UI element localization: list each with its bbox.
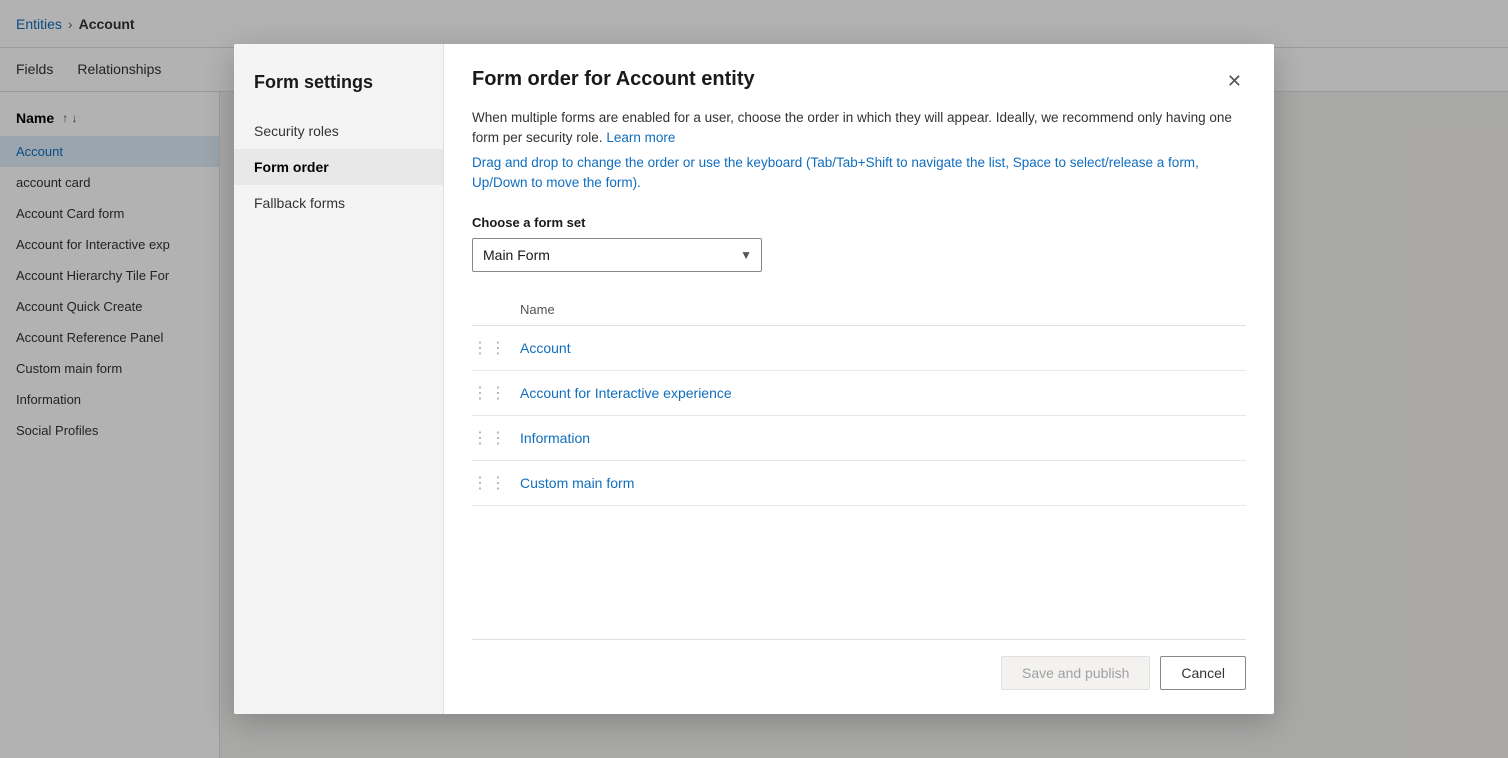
dialog-footer: Save and publish Cancel (472, 639, 1246, 690)
form-name-account[interactable]: Account (520, 326, 1246, 371)
drag-handle-interactive[interactable]: ⋮⋮ (472, 385, 520, 402)
save-and-publish-button[interactable]: Save and publish (1001, 656, 1150, 690)
dialog-nav-form-order[interactable]: Form order (234, 149, 443, 185)
dialog-description-line2: Drag and drop to change the order or use… (472, 153, 1246, 194)
description-text-2: Drag and drop to change the order or use… (472, 155, 1199, 190)
form-name-custom[interactable]: Custom main form (520, 461, 1246, 506)
dialog-overlay: Form settings Security roles Form order … (0, 0, 1508, 758)
table-row: ⋮⋮ Custom main form (472, 461, 1246, 506)
learn-more-link[interactable]: Learn more (606, 130, 675, 145)
drag-handle-account[interactable]: ⋮⋮ (472, 340, 520, 357)
dialog-left-panel: Form settings Security roles Form order … (234, 44, 444, 714)
name-col-header: Name (520, 296, 1246, 326)
dialog-nav-security-roles[interactable]: Security roles (234, 113, 443, 149)
description-text-1: When multiple forms are enabled for a us… (472, 110, 1232, 145)
dialog-header: Form order for Account entity ✕ (472, 68, 1246, 94)
close-button[interactable]: ✕ (1223, 68, 1246, 94)
drag-handle-information[interactable]: ⋮⋮ (472, 430, 520, 447)
form-set-select-wrapper: Main FormQuick CreateCard Form ▼ (472, 238, 762, 272)
table-row: ⋮⋮ Account for Interactive experience (472, 371, 1246, 416)
form-list-header-row: Name (472, 296, 1246, 326)
form-list-table: Name ⋮⋮ Account ⋮⋮ Account for Interacti… (472, 296, 1246, 506)
cancel-button[interactable]: Cancel (1160, 656, 1246, 690)
form-set-label: Choose a form set (472, 215, 1246, 230)
dialog-description-line1: When multiple forms are enabled for a us… (472, 108, 1246, 149)
form-name-interactive[interactable]: Account for Interactive experience (520, 371, 1246, 416)
dialog-nav-fallback-forms[interactable]: Fallback forms (234, 185, 443, 221)
table-row: ⋮⋮ Information (472, 416, 1246, 461)
dialog-left-title: Form settings (234, 64, 443, 113)
form-set-select[interactable]: Main FormQuick CreateCard Form (472, 238, 762, 272)
form-set-section: Choose a form set Main FormQuick CreateC… (472, 215, 1246, 272)
drag-handle-custom[interactable]: ⋮⋮ (472, 475, 520, 492)
drag-col-header (472, 296, 520, 326)
form-name-information[interactable]: Information (520, 416, 1246, 461)
dialog-title: Form order for Account entity (472, 68, 755, 91)
table-row: ⋮⋮ Account (472, 326, 1246, 371)
form-settings-dialog: Form settings Security roles Form order … (234, 44, 1274, 714)
dialog-right-panel: Form order for Account entity ✕ When mul… (444, 44, 1274, 714)
form-list-area: Name ⋮⋮ Account ⋮⋮ Account for Interacti… (472, 282, 1246, 639)
